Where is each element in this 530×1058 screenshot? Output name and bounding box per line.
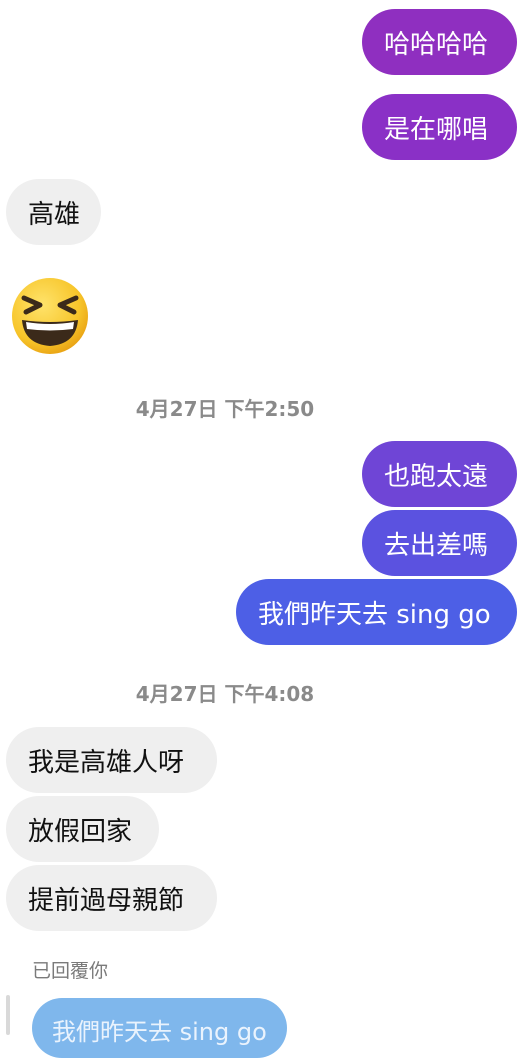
message-text: 也跑太遠 xyxy=(384,461,489,492)
timestamp: 4月27日 下午4:08 xyxy=(135,682,315,706)
quoted-message[interactable]: 我們昨天去 sing go xyxy=(32,998,287,1058)
message-text: 我們昨天去 sing go xyxy=(258,599,491,630)
message-text: 我是高雄人呀 xyxy=(28,747,185,778)
grinning-squinting-face-icon[interactable] xyxy=(10,276,90,356)
message-text: 哈哈哈哈 xyxy=(384,29,489,60)
message-text: 是在哪唱 xyxy=(384,114,489,145)
message-outgoing[interactable]: 去出差嗎 xyxy=(362,510,517,576)
reply-quote-bar xyxy=(6,995,10,1035)
message-outgoing[interactable]: 也跑太遠 xyxy=(362,441,517,507)
timestamp: 4月27日 下午2:50 xyxy=(135,397,315,421)
message-text: 放假回家 xyxy=(28,816,133,847)
message-text: 提前過母親節 xyxy=(28,885,185,916)
message-incoming[interactable]: 放假回家 xyxy=(6,796,159,862)
message-text: 去出差嗎 xyxy=(384,530,489,561)
message-incoming[interactable]: 高雄 xyxy=(6,179,101,245)
message-incoming[interactable]: 提前過母親節 xyxy=(6,865,217,931)
replied-to-you-label: 已回覆你 xyxy=(32,960,109,982)
message-text: 高雄 xyxy=(28,199,81,230)
message-outgoing[interactable]: 我們昨天去 sing go xyxy=(236,579,517,645)
message-incoming[interactable]: 我是高雄人呀 xyxy=(6,727,217,793)
quoted-message-text: 我們昨天去 sing go xyxy=(52,1018,267,1046)
message-outgoing[interactable]: 是在哪唱 xyxy=(362,94,517,160)
message-outgoing[interactable]: 哈哈哈哈 xyxy=(362,9,517,75)
